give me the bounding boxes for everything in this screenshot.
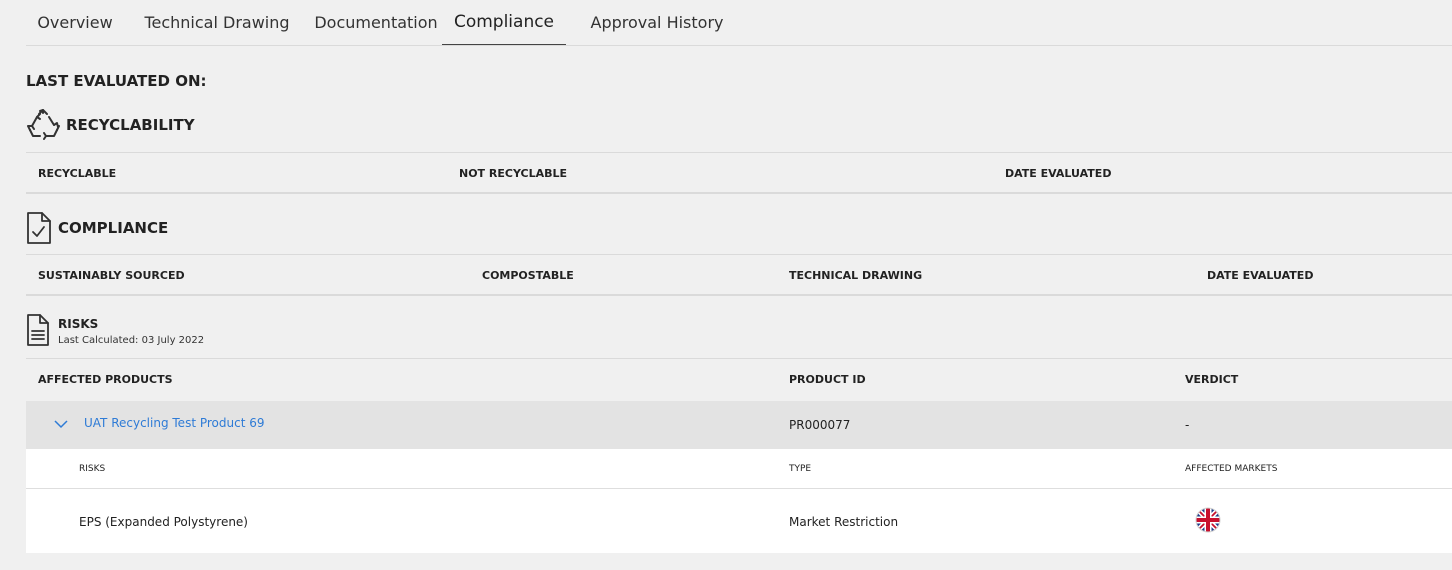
tab-documentation[interactable]: Documentation (310, 0, 442, 45)
column-header: SUSTAINABLY SOURCED (38, 269, 185, 282)
tab-technical-drawing[interactable]: Technical Drawing (124, 0, 310, 45)
column-header: AFFECTED MARKETS (1185, 464, 1278, 474)
column-header: RECYCLABLE (38, 167, 117, 180)
column-header: DATE EVALUATED (1005, 167, 1112, 180)
last-calculated: Last Calculated: 03 July 2022 (58, 335, 205, 346)
tab-overview[interactable]: Overview (26, 0, 124, 45)
risks-sub-table: RISKS TYPE AFFECTED MARKETS EPS (Expande… (26, 449, 1452, 553)
document-lines-icon (27, 314, 49, 346)
recyclability-title: RECYCLABILITY (66, 116, 195, 134)
compliance-header: COMPLIANCE (26, 211, 168, 245)
risks-title: RISKS (58, 317, 99, 331)
chevron-down-icon[interactable] (54, 419, 68, 429)
column-header: PRODUCT ID (789, 373, 866, 386)
product-name-link[interactable]: UAT Recycling Test Product 69 (84, 416, 264, 430)
sub-table-header: RISKS TYPE AFFECTED MARKETS (26, 449, 1452, 489)
risks-header: RISKS Last Calculated: 03 July 2022 (26, 313, 204, 347)
recycle-icon (27, 109, 60, 140)
verdict: - (1185, 418, 1190, 432)
column-header: DATE EVALUATED (1207, 269, 1314, 282)
column-header: VERDICT (1185, 373, 1239, 386)
document-check-icon (27, 212, 51, 244)
column-header: TECHNICAL DRAWING (789, 269, 923, 282)
recyclability-header: RECYCLABILITY (26, 108, 195, 142)
tab-bar: Overview Technical Drawing Documentation… (26, 0, 1452, 46)
risk-type: Market Restriction (789, 515, 899, 529)
compliance-title: COMPLIANCE (58, 219, 169, 237)
tab-compliance[interactable]: Compliance (442, 0, 566, 45)
column-header: TYPE (789, 464, 812, 474)
product-id: PR000077 (789, 418, 851, 432)
column-header: RISKS (79, 464, 106, 474)
tab-approval-history[interactable]: Approval History (566, 0, 748, 45)
recyclability-columns: RECYCLABLE NOT RECYCLABLE DATE EVALUATED (26, 152, 1452, 194)
column-header: COMPOSTABLE (482, 269, 574, 282)
column-header: AFFECTED PRODUCTS (38, 373, 173, 386)
table-row[interactable]: UAT Recycling Test Product 69 PR000077 - (26, 401, 1452, 449)
compliance-columns: SUSTAINABLY SOURCED COMPOSTABLE TECHNICA… (26, 254, 1452, 296)
risk-name: EPS (Expanded Polystyrene) (79, 515, 248, 529)
column-header: NOT RECYCLABLE (459, 167, 568, 180)
uk-flag-icon (1195, 507, 1221, 533)
last-evaluated-label: LAST EVALUATED ON: (26, 72, 207, 90)
risks-columns: AFFECTED PRODUCTS PRODUCT ID VERDICT (26, 358, 1452, 401)
